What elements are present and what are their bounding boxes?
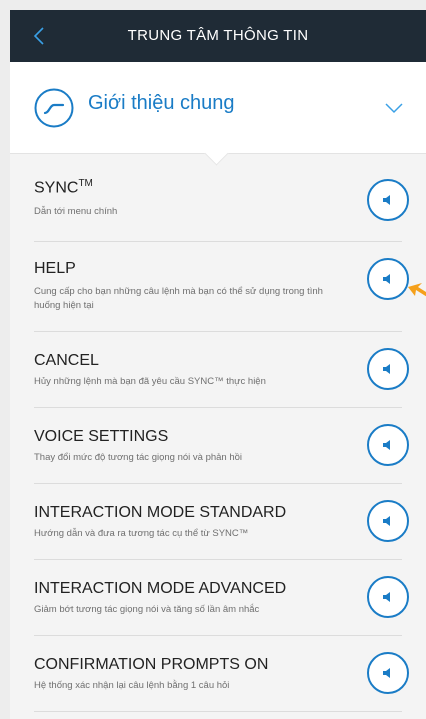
speak-button[interactable] — [367, 179, 409, 221]
speak-button[interactable] — [367, 424, 409, 466]
command-description: Hệ thống xác nhận lại câu lệnh bằng 1 câ… — [34, 680, 230, 691]
sync-curve-icon — [34, 88, 74, 128]
speak-button[interactable] — [367, 258, 409, 300]
speak-button[interactable] — [367, 500, 409, 542]
command-description: Hủy những lệnh mà bạn đã yêu cầu SYNC™ t… — [34, 376, 266, 387]
chevron-down-icon[interactable] — [384, 102, 404, 114]
command-title: INTERACTION MODE STANDARD — [34, 504, 287, 521]
command-description: Cung cấp cho bạn những câu lệnh mà bạn c… — [34, 286, 323, 311]
command-title: CONFIRMATION PROMPTS ON — [34, 656, 269, 673]
app-frame: TRUNG TÂM THÔNG TIN Giới thiệu chung SYN… — [10, 10, 426, 719]
speaker-icon — [383, 592, 390, 602]
page-title: TRUNG TÂM THÔNG TIN — [127, 27, 309, 44]
speak-button[interactable] — [367, 652, 409, 694]
command-description: Hướng dẫn và đưa ra tương tác cụ thể từ … — [34, 528, 249, 539]
speaker-icon — [383, 195, 390, 205]
command-title: SYNCTM — [34, 178, 93, 197]
list-item[interactable]: CONFIRMATION PROMPTS ON Hệ thống xác nhậ… — [10, 636, 426, 712]
command-title: INTERACTION MODE ADVANCED — [34, 580, 287, 597]
list-item[interactable]: VOICE SETTINGS Thay đổi mức độ tương tác… — [10, 408, 426, 484]
list-item[interactable]: INTERACTION MODE ADVANCED Giảm bớt tương… — [10, 560, 426, 636]
speaker-icon — [383, 668, 390, 678]
command-title: VOICE SETTINGS — [34, 428, 169, 445]
list-item[interactable]: INTERACTION MODE STANDARD Hướng dẫn và đ… — [10, 484, 426, 560]
speaker-icon — [383, 274, 390, 284]
speak-button[interactable] — [367, 576, 409, 618]
command-description: Thay đổi mức độ tương tác giọng nói và p… — [34, 452, 243, 463]
pointer-arrow-icon — [408, 283, 426, 297]
list-item[interactable]: CANCEL Hủy những lệnh mà bạn đã yêu cầu … — [10, 332, 426, 408]
speaker-icon — [383, 516, 390, 526]
speaker-icon — [383, 364, 390, 374]
command-description: Dẫn tới menu chính — [34, 206, 118, 217]
list-item[interactable]: SYNCTM Dẫn tới menu chính — [10, 165, 426, 242]
speaker-icon — [383, 440, 390, 450]
section-selector[interactable]: Giới thiệu chung — [10, 62, 426, 154]
speak-button[interactable] — [367, 348, 409, 390]
command-title: CANCEL — [34, 352, 99, 369]
command-list: SYNCTM Dẫn tới menu chính HELP Cung cấp … — [10, 165, 426, 719]
command-description: Giảm bớt tương tác giọng nói và tăng số … — [34, 604, 260, 615]
list-item[interactable]: HELP Cung cấp cho bạn những câu lệnh mà … — [10, 242, 426, 332]
top-bar: TRUNG TÂM THÔNG TIN — [10, 10, 426, 62]
section-label: Giới thiệu chung — [88, 92, 235, 114]
command-title: HELP — [34, 260, 76, 277]
list-item-partial — [10, 712, 426, 719]
